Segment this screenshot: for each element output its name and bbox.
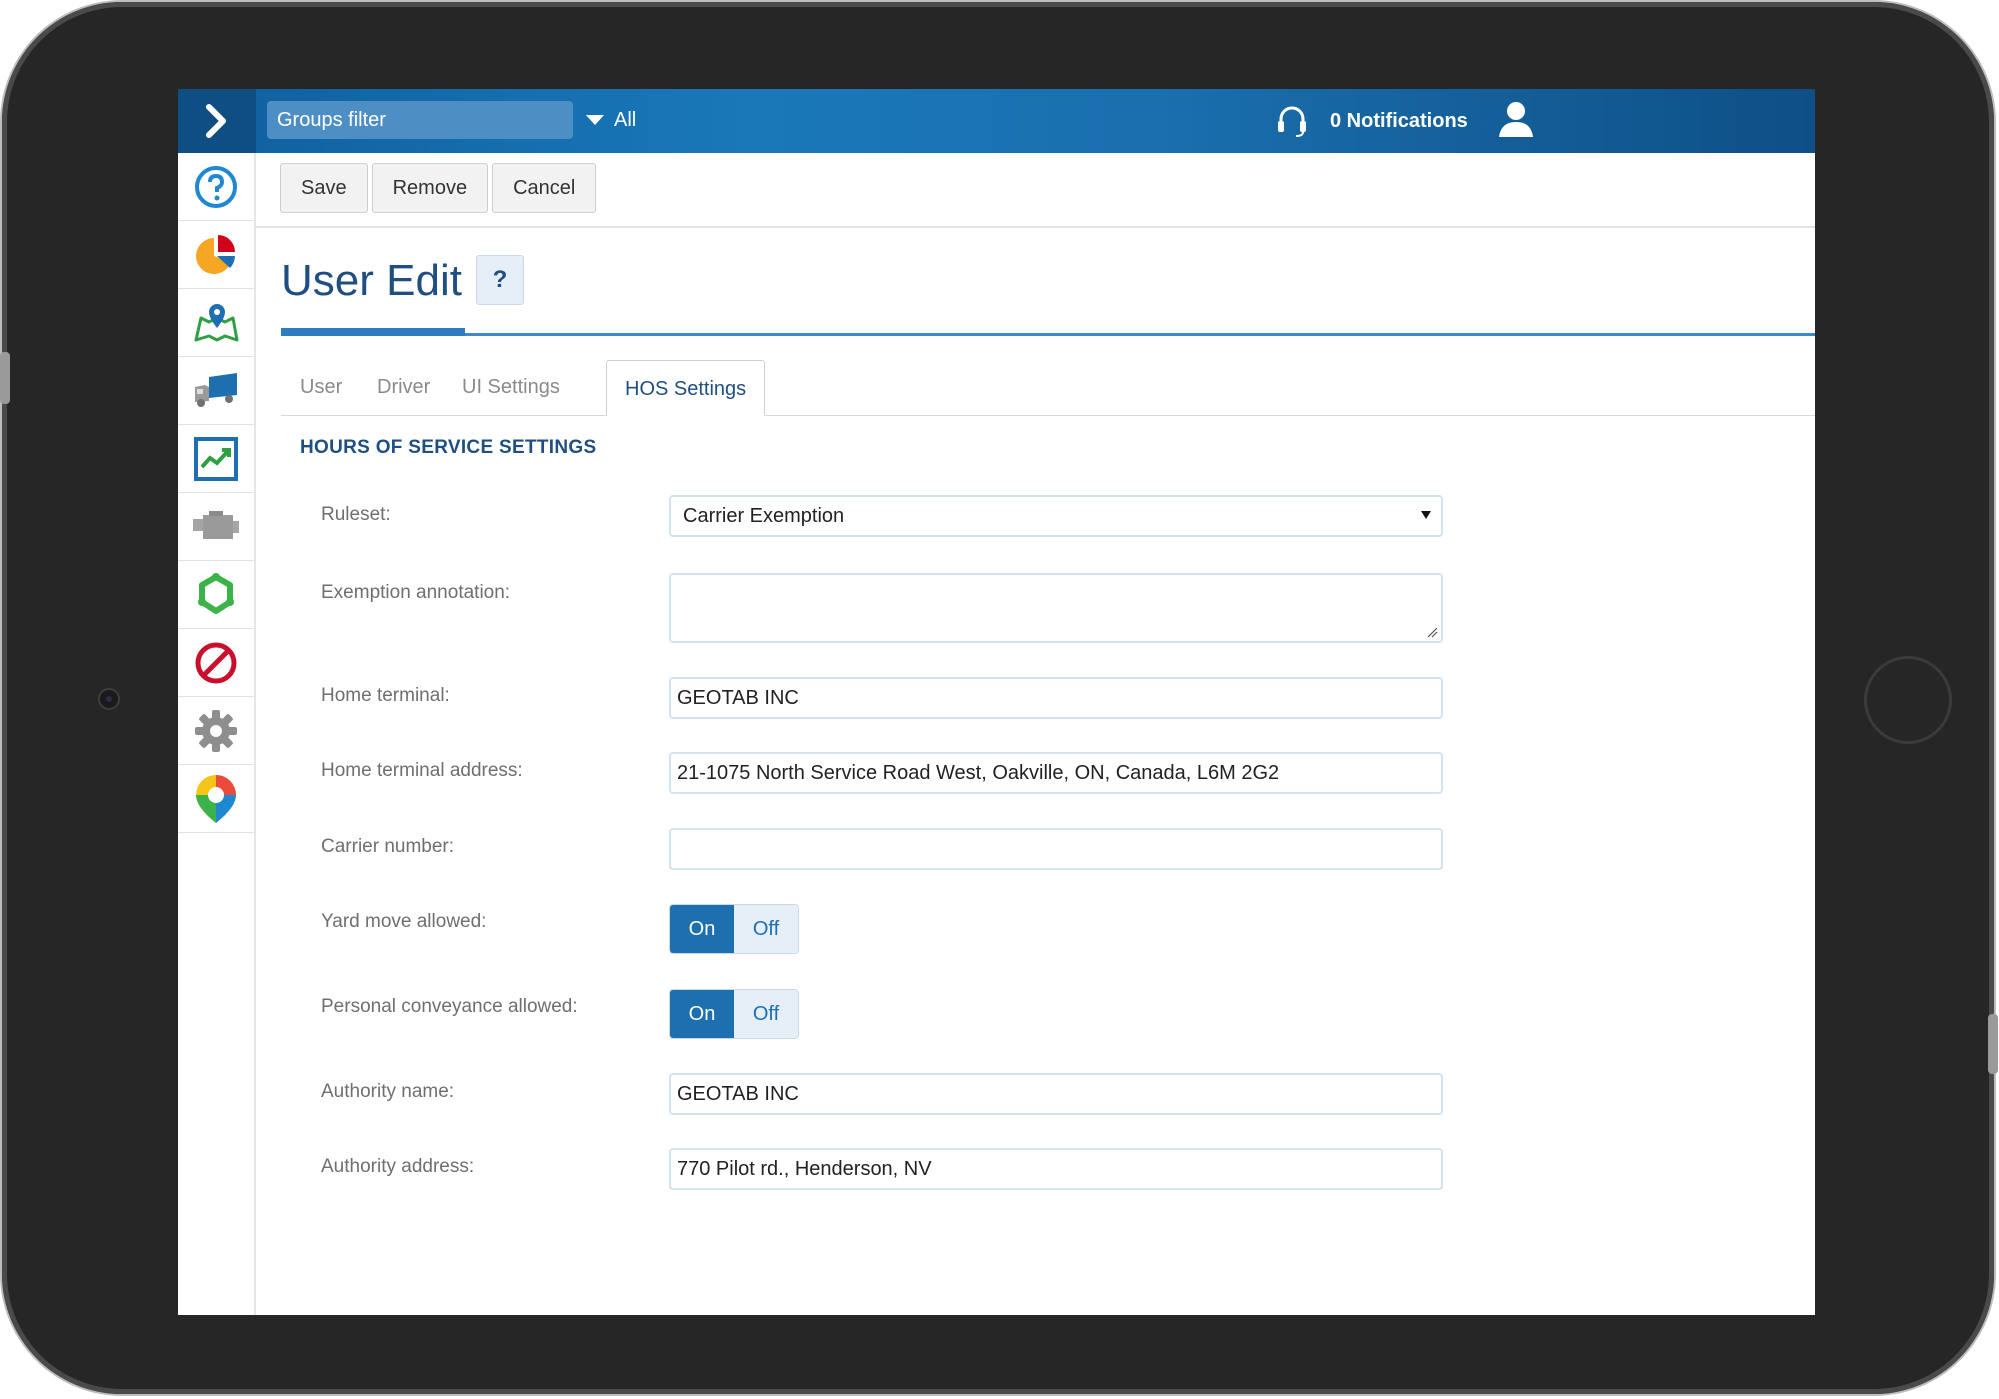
sidebar [178,153,256,1315]
engine-icon [193,510,239,539]
yard-move-label: Yard move allowed: [321,911,487,932]
sidebar-item-help[interactable] [178,153,254,221]
home-terminal-address-input[interactable]: 21-1075 North Service Road West, Oakvill… [669,752,1443,794]
group-scope-label: All [614,108,637,131]
groups-filter-input[interactable]: Groups filter [267,101,573,139]
ruleset-label: Ruleset: [321,504,391,525]
cancel-button[interactable]: Cancel [492,163,597,213]
sidebar-item-engine[interactable] [178,493,254,561]
yard-move-toggle[interactable]: On Off [669,904,799,954]
top-bar: Groups filter All 0 Notifications [178,89,1815,153]
headset-icon [1278,106,1306,137]
title-accent-bar [281,328,465,336]
remove-button[interactable]: Remove [371,163,489,213]
resize-handle-icon[interactable] [1426,626,1438,638]
section-heading: HOURS OF SERVICE SETTINGS [300,437,597,458]
personal-conveyance-off-option[interactable]: Off [734,990,798,1038]
sidebar-item-dashboard[interactable] [178,221,254,289]
action-toolbar: Save Remove Cancel [280,163,597,213]
sidebar-item-marketplace[interactable] [178,765,254,833]
exceptions-icon [195,642,237,683]
tab-driver[interactable]: Driver [377,359,430,415]
user-menu-button[interactable] [1496,99,1536,144]
sidebar-item-activity[interactable] [178,425,254,493]
notifications-button[interactable]: 0 Notifications [1276,101,1468,141]
volume-button [0,352,10,404]
chevron-right-icon [206,104,226,138]
personal-conveyance-toggle[interactable]: On Off [669,989,799,1039]
tab-bar: User Driver UI Settings HOS Settings [281,359,1815,416]
activity-chart-icon [194,436,238,481]
help-button[interactable]: ? [476,255,524,305]
ruleset-select[interactable]: Carrier Exemption [669,495,1443,537]
exemption-annotation-label: Exemption annotation: [321,582,511,603]
group-scope-dropdown[interactable]: All [586,101,636,139]
user-icon [1499,102,1533,137]
carrier-number-input[interactable] [669,828,1443,870]
home-terminal-input[interactable]: GEOTAB INC [669,677,1443,719]
sidebar-item-exceptions[interactable] [178,629,254,697]
sidebar-item-map[interactable] [178,289,254,357]
ruleset-value: Carrier Exemption [683,505,845,527]
settings-gear-icon [195,709,237,752]
expand-menu-button[interactable] [178,89,256,153]
pie-chart-icon [196,234,235,274]
side-button [1988,1014,1998,1074]
tab-hos-settings[interactable]: HOS Settings [606,360,766,416]
authority-address-input[interactable]: 770 Pilot rd., Henderson, NV [669,1148,1443,1190]
page-title: User Edit [281,256,462,305]
authority-address-label: Authority address: [321,1156,475,1177]
map-icon [194,303,239,341]
rules-icon [198,572,234,614]
caret-down-icon [586,115,604,125]
title-divider [281,333,1815,336]
save-button[interactable]: Save [280,163,368,213]
carrier-number-label: Carrier number: [321,836,455,857]
home-button[interactable] [1864,656,1952,744]
help-icon [195,165,237,208]
toolbar-divider [256,226,1815,228]
yard-move-on-option[interactable]: On [670,905,734,953]
authority-name-input[interactable]: GEOTAB INC [669,1073,1443,1115]
sidebar-item-rules[interactable] [178,561,254,629]
app-screen: Groups filter All 0 Notifications Save R… [178,89,1815,1315]
home-terminal-address-label: Home terminal address: [321,760,523,781]
sidebar-item-vehicles[interactable] [178,357,254,425]
camera-lens [98,688,120,710]
yard-move-off-option[interactable]: Off [734,905,798,953]
tab-user[interactable]: User [300,359,342,415]
tab-ui-settings[interactable]: UI Settings [462,359,560,415]
exemption-annotation-textarea[interactable] [669,573,1443,643]
home-terminal-label: Home terminal: [321,685,450,706]
select-arrow-icon [1421,511,1431,519]
authority-name-label: Authority name: [321,1081,455,1102]
truck-icon [195,372,237,407]
personal-conveyance-on-option[interactable]: On [670,990,734,1038]
marketplace-icon [196,774,236,823]
notifications-label: 0 Notifications [1330,109,1468,132]
personal-conveyance-label: Personal conveyance allowed: [321,996,578,1017]
sidebar-item-administration[interactable] [178,697,254,765]
